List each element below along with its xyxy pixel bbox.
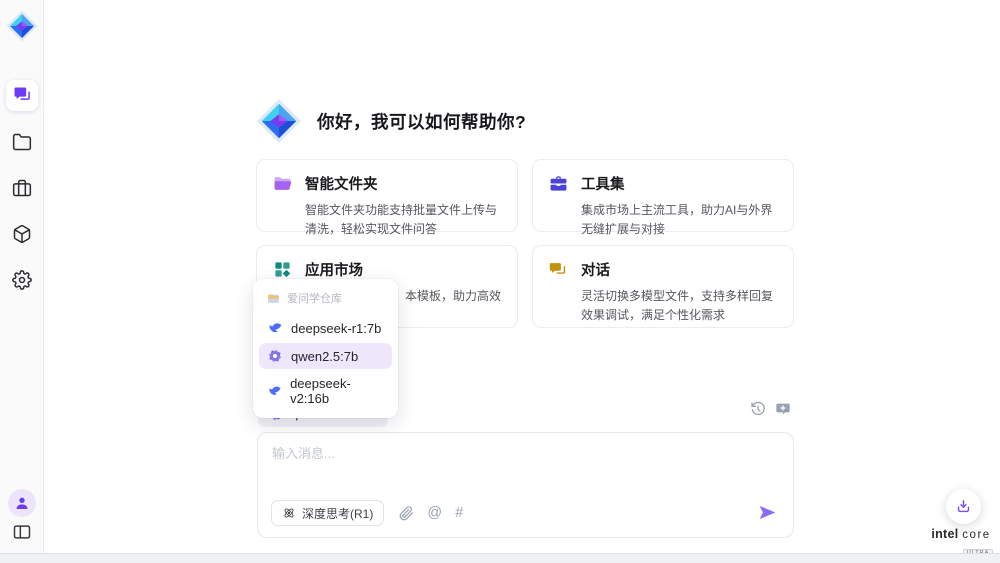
history-icon: [750, 401, 766, 417]
model-group-label: 爱问学仓库: [287, 290, 342, 306]
sidebar-item-toolset[interactable]: [11, 177, 33, 199]
deep-think-toggle[interactable]: 深度思考(R1): [271, 500, 384, 526]
attach-file-button[interactable]: [399, 506, 414, 521]
model-option-qwen[interactable]: qwen2.5:7b: [259, 343, 392, 369]
deepseek-icon: [267, 383, 282, 399]
download-icon: [955, 498, 972, 515]
collapse-sidebar-button[interactable]: [11, 521, 33, 543]
card-description: 灵活切换多模型文件，支持多样回复效果调试，满足个性化需求: [581, 287, 777, 324]
send-icon: [757, 502, 778, 523]
model-option-deepseek-r1[interactable]: deepseek-r1:7b: [259, 315, 392, 341]
intel-wordmark: intel: [931, 527, 958, 541]
cube-icon: [12, 224, 32, 244]
core-wordmark: core: [962, 529, 990, 541]
new-chat-icon: [775, 401, 791, 417]
model-dropdown: 爱问学仓库 deepseek-r1:7b qwen2.5:7b deepseek…: [253, 279, 398, 418]
app-logo[interactable]: [6, 10, 38, 42]
mention-button[interactable]: @: [427, 506, 442, 521]
qwen-icon: [267, 348, 283, 364]
model-option-label: qwen2.5:7b: [291, 349, 358, 364]
smart-folder-icon: [273, 174, 292, 193]
card-smart-folder[interactable]: 智能文件夹 智能文件夹功能支持批量文件上传与清洗，轻松实现文件问答: [256, 159, 518, 232]
model-dropdown-group: 爱问学仓库: [259, 286, 392, 313]
card-title: 智能文件夹: [305, 173, 378, 194]
model-option-deepseek-v2[interactable]: deepseek-v2:16b: [259, 371, 392, 411]
user-avatar[interactable]: [8, 489, 36, 517]
card-description: 智能文件夹功能支持批量文件上传与清洗，轻松实现文件问答: [305, 201, 501, 238]
history-button[interactable]: [750, 401, 766, 417]
assistant-logo: [256, 98, 302, 144]
deep-think-label: 深度思考(R1): [302, 505, 373, 522]
new-chat-button[interactable]: [775, 401, 791, 417]
repository-icon: [267, 292, 280, 305]
composer-icons: @ #: [399, 506, 463, 521]
sidebar-item-settings[interactable]: [11, 269, 33, 291]
sidebar-item-chat[interactable]: [11, 84, 33, 106]
folder-icon: [12, 132, 32, 152]
collapse-panel-icon: [12, 522, 32, 542]
card-title: 应用市场: [305, 259, 363, 280]
model-option-label: deepseek-v2:16b: [290, 376, 384, 406]
card-description: 集成市场上主流工具，助力AI与外界无缝扩展与对接: [581, 201, 777, 238]
download-button[interactable]: [946, 489, 981, 524]
greeting-text: 你好，我可以如何帮助你?: [317, 109, 526, 134]
dialogue-icon: [549, 260, 568, 279]
card-title: 对话: [581, 259, 610, 280]
model-option-label: deepseek-r1:7b: [291, 321, 381, 336]
user-icon: [14, 495, 30, 511]
composer-toolbar: 深度思考(R1) @ #: [271, 500, 779, 526]
window-bottom-edge: [0, 553, 1000, 563]
card-title: 工具集: [581, 173, 625, 194]
send-button[interactable]: [757, 502, 779, 524]
sidebar: [0, 0, 44, 563]
card-dialogue[interactable]: 对话 灵活切换多模型文件，支持多样回复效果调试，满足个性化需求: [532, 245, 794, 328]
message-input[interactable]: [272, 443, 777, 491]
chat-icon: [12, 85, 32, 105]
card-toolset[interactable]: 工具集 集成市场上主流工具，助力AI与外界无缝扩展与对接: [532, 159, 794, 232]
atom-icon: [282, 506, 296, 520]
paperclip-icon: [399, 506, 414, 521]
sidebar-item-folders[interactable]: [11, 131, 33, 153]
sidebar-item-models[interactable]: [11, 223, 33, 245]
session-toolbar: [750, 401, 791, 417]
gear-icon: [12, 270, 32, 290]
deepseek-icon: [267, 320, 283, 336]
app-market-icon: [273, 260, 292, 279]
greeting-row: 你好，我可以如何帮助你?: [256, 98, 526, 144]
topic-button[interactable]: #: [455, 506, 463, 521]
message-composer: 深度思考(R1) @ #: [257, 432, 794, 538]
briefcase-icon: [12, 178, 32, 198]
toolset-icon: [549, 174, 568, 193]
